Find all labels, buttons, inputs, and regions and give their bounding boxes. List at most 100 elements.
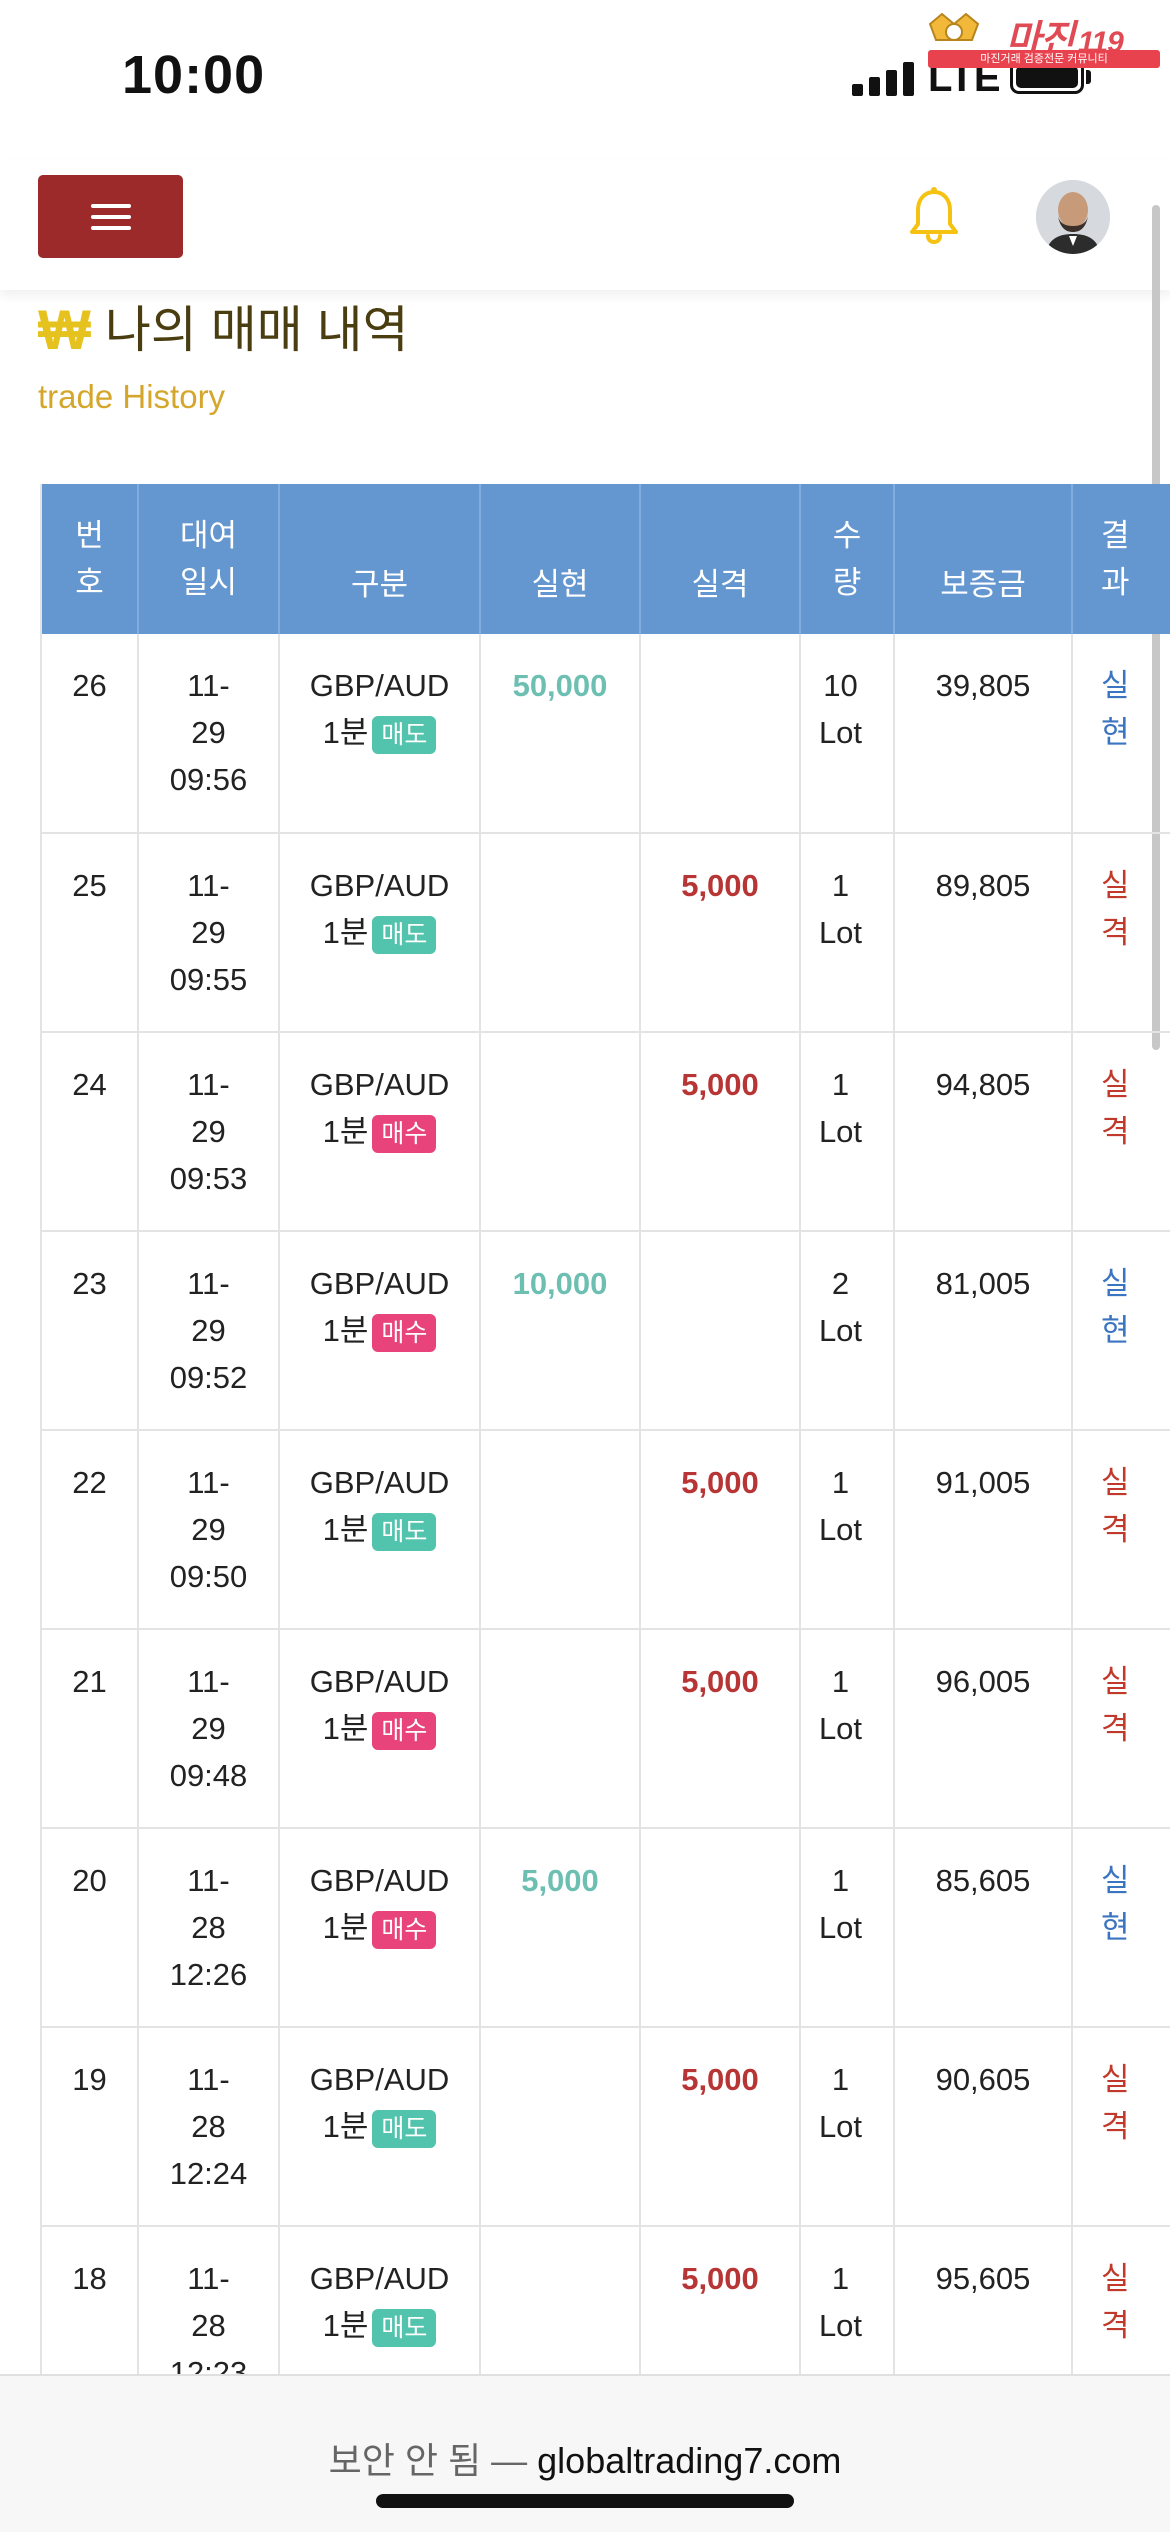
period-label: 1분: [322, 1512, 369, 1547]
cell-number: 20: [42, 1828, 139, 2028]
col-header-date: 대여 일시: [138, 484, 280, 634]
table-row[interactable]: 18 11- 28 12:23 GBP/AUD 1분 매도 5,000 1 Lot 95,605 실 격: [42, 2226, 1170, 2374]
pair-label: GBP/AUD: [309, 2261, 450, 2296]
cell-number: 23: [42, 1231, 139, 1431]
cell-number: 24: [42, 1032, 139, 1232]
cell-number: 26: [42, 634, 139, 834]
cell-margin: 89,805: [894, 833, 1073, 1033]
col-header-result: 결과: [1072, 484, 1170, 634]
cell-result: 실격: [1072, 1629, 1170, 1829]
side-badge: 매도: [372, 2109, 437, 2148]
browser-address-bar[interactable]: 보안 안 됨 — globaltrading7.com: [0, 2374, 1170, 2532]
cell-number: 21: [42, 1629, 139, 1829]
watermark-logo: 마진 119 마진거래 검증전문 커뮤니티: [928, 6, 1160, 68]
home-indicator[interactable]: [376, 2494, 794, 2508]
page-subtitle: trade History: [38, 378, 226, 415]
cell-quantity: 1 Lot: [800, 1629, 880, 1829]
trade-history-table[interactable]: 번호 대여 일시 구분 실현 실격 수량 보증금 결과 26 11- 29 09:56 G…: [40, 484, 1170, 2374]
pair-label: GBP/AUD: [309, 1664, 450, 1699]
cell-profit: [480, 1629, 641, 1829]
cell-quantity-edge: [880, 1828, 895, 2028]
cell-loss: 5,000: [640, 2027, 801, 2227]
cell-profit: [480, 833, 641, 1033]
cell-loss: [640, 1231, 801, 1431]
cell-margin: 81,005: [894, 1231, 1073, 1431]
user-avatar-icon: [1036, 180, 1110, 254]
table-row[interactable]: 25 11- 29 09:55 GBP/AUD 1분 매도 5,000 1 Lot 89,805 실 격: [42, 833, 1170, 1033]
cell-quantity-edge: [880, 2226, 895, 2374]
period-label: 1분: [322, 2308, 369, 2343]
side-badge: 매도: [372, 2308, 437, 2347]
cell-date: 11- 29 09:56: [138, 634, 280, 834]
table-row[interactable]: 22 11- 29 09:50 GBP/AUD 1분 매도 5,000 1 Lot 91,005 실 격: [42, 1430, 1170, 1630]
period-label: 1분: [322, 715, 369, 750]
cell-quantity: 1 Lot: [800, 833, 880, 1033]
pair-label: GBP/AUD: [309, 1465, 450, 1500]
table-row[interactable]: 21 11- 29 09:48 GBP/AUD 1분 매수 5,000 1 Lot 96,005 실 격: [42, 1629, 1170, 1829]
cell-margin: 90,605: [894, 2027, 1073, 2227]
status-time: 10:00: [122, 45, 266, 105]
cell-date: 11- 29 09:55: [138, 833, 280, 1033]
cell-type: GBP/AUD 1분 매도: [279, 2226, 481, 2374]
cell-date: 11- 28 12:26: [138, 1828, 280, 2028]
col-header-loss: 실격: [640, 484, 801, 634]
cell-result: 실격: [1072, 1032, 1170, 1232]
cell-quantity-edge: [880, 1629, 895, 1829]
cell-type: GBP/AUD 1분 매도: [279, 1430, 481, 1630]
cell-loss: 5,000: [640, 1629, 801, 1829]
table-row[interactable]: 20 11- 28 12:26 GBP/AUD 1분 매수 5,000 1 Lot 85,605 실 현: [42, 1828, 1170, 2028]
browser-url-display[interactable]: 보안 안 됨 — globaltrading7.com: [0, 2432, 1170, 2484]
table-row[interactable]: 19 11- 28 12:24 GBP/AUD 1분 매도 5,000 1 Lot 90,605 실 격: [42, 2027, 1170, 2227]
cell-margin: 94,805: [894, 1032, 1073, 1232]
cell-loss: [640, 634, 801, 834]
cell-result: 실현: [1072, 1231, 1170, 1431]
pair-label: GBP/AUD: [309, 2062, 450, 2097]
table-row[interactable]: 23 11- 29 09:52 GBP/AUD 1분 매수 10,000 2 Lot 81,005 실…: [42, 1231, 1170, 1431]
menu-button[interactable]: [38, 175, 183, 258]
cell-type: GBP/AUD 1분 매도: [279, 2027, 481, 2227]
cell-date: 11- 28 12:24: [138, 2027, 280, 2227]
col-header-quantity: 수량: [800, 484, 895, 634]
cell-date: 11- 29 09:48: [138, 1629, 280, 1829]
bell-icon[interactable]: [906, 186, 962, 246]
cell-profit: 5,000: [480, 1828, 641, 2028]
side-badge: 매수: [372, 1910, 437, 1949]
side-badge: 매도: [372, 915, 437, 954]
won-icon: ₩: [38, 298, 91, 361]
cell-number: 22: [42, 1430, 139, 1630]
app-header: [0, 160, 1170, 290]
cell-quantity: 10 Lot: [800, 634, 880, 834]
period-label: 1분: [322, 1114, 369, 1149]
avatar[interactable]: [1036, 180, 1110, 254]
cell-type: GBP/AUD 1분 매수: [279, 1828, 481, 2028]
cell-loss: 5,000: [640, 1430, 801, 1630]
cell-quantity-edge: [880, 833, 895, 1033]
pair-label: GBP/AUD: [309, 1067, 450, 1102]
cell-margin: 96,005: [894, 1629, 1073, 1829]
cell-loss: 5,000: [640, 1032, 801, 1232]
table-row[interactable]: 26 11- 29 09:56 GBP/AUD 1분 매도 50,000 10 Lot 39,805…: [42, 634, 1170, 834]
table-row[interactable]: 24 11- 29 09:53 GBP/AUD 1분 매수 5,000 1 Lot 94,805 실 격: [42, 1032, 1170, 1232]
cell-type: GBP/AUD 1분 매도: [279, 833, 481, 1033]
col-header-profit: 실현: [480, 484, 641, 634]
cell-number: 19: [42, 2027, 139, 2227]
side-badge: 매수: [372, 1313, 437, 1352]
pair-label: GBP/AUD: [309, 668, 450, 703]
side-badge: 매수: [372, 1711, 437, 1750]
side-badge: 매도: [372, 715, 437, 754]
cell-quantity-edge: [880, 1032, 895, 1232]
cell-quantity: 1 Lot: [800, 1828, 880, 2028]
cell-loss: 5,000: [640, 2226, 801, 2374]
cell-result: 실격: [1072, 1430, 1170, 1630]
cell-margin: 95,605: [894, 2226, 1073, 2374]
url-text: globaltrading7.com: [537, 2440, 842, 2481]
cell-quantity-edge: [880, 1430, 895, 1630]
period-label: 1분: [322, 2109, 369, 2144]
cell-quantity: 1 Lot: [800, 1032, 880, 1232]
cell-type: GBP/AUD 1분 매도: [279, 634, 481, 834]
cell-quantity: 2 Lot: [800, 1231, 880, 1431]
cell-type: GBP/AUD 1분 매수: [279, 1231, 481, 1431]
cell-quantity: 1 Lot: [800, 1430, 880, 1630]
cell-profit: [480, 2226, 641, 2374]
cell-margin: 91,005: [894, 1430, 1073, 1630]
